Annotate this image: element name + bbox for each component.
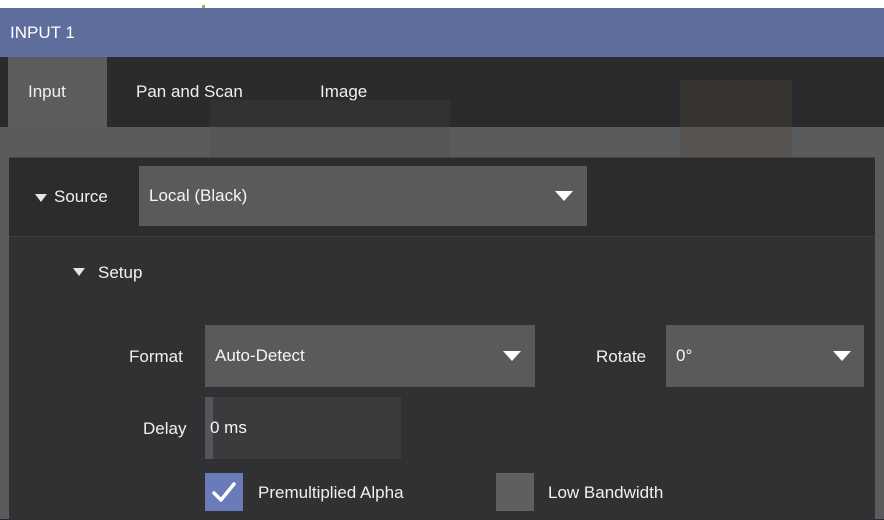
window-title: INPUT 1 [10,22,75,42]
rotate-label: Rotate [596,347,647,366]
setup-label: Setup [98,263,143,282]
delay-value: 0 ms [210,418,247,437]
low-bandwidth-label: Low Bandwidth [548,483,664,502]
premultiplied-alpha-label: Premultiplied Alpha [258,483,404,502]
checkmark-icon [212,482,236,502]
rotate-dropdown-value: 0° [676,346,693,365]
source-label: Source [54,187,108,206]
setup-collapse-triangle-icon[interactable] [73,268,85,276]
background-shadow [210,100,450,160]
source-collapse-triangle-icon[interactable] [35,194,47,202]
source-dropdown-value: Local (Black) [149,186,248,205]
format-dropdown[interactable]: Auto-Detect [205,325,535,387]
dropdown-arrow-icon [833,351,851,361]
delay-input[interactable]: 0 ms [205,397,401,459]
tab-input[interactable]: Input [8,57,107,127]
format-label: Format [129,347,183,366]
rotate-dropdown[interactable]: 0° [666,325,864,387]
tab-pan-and-scan-label: Pan and Scan [136,82,243,101]
dropdown-arrow-icon [503,351,521,361]
dropdown-arrow-icon [555,191,573,201]
tab-input-label: Input [28,82,66,101]
top-strip [0,0,884,8]
tab-image-label: Image [320,82,368,101]
low-bandwidth-checkbox[interactable] [496,473,534,511]
window-title-bar: INPUT 1 [0,8,884,57]
premultiplied-alpha-checkbox[interactable] [205,473,243,511]
delay-label: Delay [143,419,187,438]
format-dropdown-value: Auto-Detect [215,346,305,365]
source-dropdown[interactable]: Local (Black) [139,166,587,226]
